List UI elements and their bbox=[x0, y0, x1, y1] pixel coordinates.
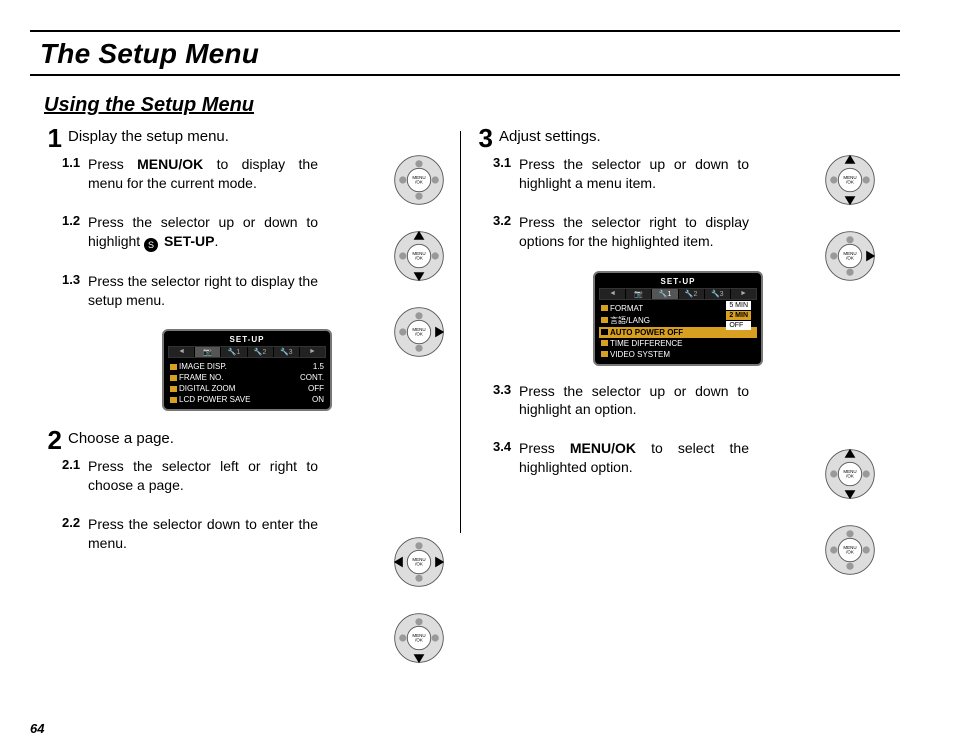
substep-text: Press the selector down to enter the men… bbox=[88, 515, 318, 553]
substep-number: 2.1 bbox=[62, 457, 82, 495]
substep-text: Press the selector left or right to choo… bbox=[88, 457, 318, 495]
lcd-tab: 🔧2 bbox=[248, 347, 273, 357]
svg-text:/OK: /OK bbox=[846, 474, 854, 479]
selector-press-icon: MENU/OK bbox=[392, 153, 446, 212]
lcd-tab-active: 📷 bbox=[195, 347, 220, 357]
step-heading: Display the setup menu. bbox=[68, 125, 229, 151]
lcd-row: DIGITAL ZOOMOFF bbox=[168, 383, 326, 394]
selector-right-icon: MENU/OK bbox=[392, 305, 446, 364]
columns: 1 Display the setup menu. 1.1 Press MENU… bbox=[30, 125, 924, 573]
selector-updown-icon: MENU/OK bbox=[823, 447, 877, 506]
section-subtitle: Using the Setup Menu bbox=[44, 94, 924, 117]
step-3: 3 Adjust settings. bbox=[475, 125, 881, 151]
svg-text:/OK: /OK bbox=[415, 332, 423, 337]
step-number: 2 bbox=[44, 427, 62, 453]
lcd-tab-active: 🔧1 bbox=[652, 289, 677, 299]
page-number: 64 bbox=[30, 721, 44, 736]
svg-text:/OK: /OK bbox=[846, 180, 854, 185]
substep-2-1: 2.1 Press the selector left or right to … bbox=[62, 457, 450, 495]
substep-3-3: 3.3 Press the selector up or down to hig… bbox=[493, 382, 881, 420]
svg-text:/OK: /OK bbox=[415, 638, 423, 643]
svg-text:/OK: /OK bbox=[415, 180, 423, 185]
lcd-tab: 🔧3 bbox=[705, 289, 730, 299]
substep-text: Press the selector up or down to highlig… bbox=[519, 382, 749, 420]
page-title: The Setup Menu bbox=[30, 32, 900, 76]
selector-leftright-icon: MENU/OK bbox=[392, 535, 446, 594]
lcd-tab: 🔧2 bbox=[679, 289, 704, 299]
lcd-row: LCD POWER SAVEON bbox=[168, 394, 326, 405]
step-number: 1 bbox=[44, 125, 62, 151]
svg-text:/OK: /OK bbox=[415, 256, 423, 261]
substep-number: 1.1 bbox=[62, 155, 82, 193]
lcd-tab: ► bbox=[731, 289, 756, 299]
lcd-tab: 📷 bbox=[626, 289, 651, 299]
lcd-tab: ◄ bbox=[169, 347, 194, 357]
step-2: 2 Choose a page. bbox=[44, 427, 450, 453]
lcd-tab: ► bbox=[300, 347, 325, 357]
svg-text:/OK: /OK bbox=[415, 562, 423, 567]
substep-text: Press MENU/OK to display the menu for th… bbox=[88, 155, 318, 193]
lcd-row: TIME DIFFERENCE bbox=[599, 338, 757, 349]
lcd-row: IMAGE DISP.1.5 bbox=[168, 361, 326, 372]
lcd-screenshot-1: SET-UP ◄ 📷 🔧1 🔧2 🔧3 ► IMAGE DISP.1.5 FRA… bbox=[162, 329, 332, 411]
selector-right-icon: MENU/OK bbox=[823, 229, 877, 288]
svg-text:/OK: /OK bbox=[846, 256, 854, 261]
lcd-row: VIDEO SYSTEM bbox=[599, 349, 757, 360]
lcd-tab: 🔧1 bbox=[221, 347, 246, 357]
substep-number: 3.4 bbox=[493, 439, 513, 477]
lcd-tab: 🔧3 bbox=[274, 347, 299, 357]
right-column: 3 Adjust settings. 3.1 Press the selecto… bbox=[461, 125, 891, 573]
substep-number: 3.1 bbox=[493, 155, 513, 193]
lcd-tabs: ◄ 📷 🔧1 🔧2 🔧3 ► bbox=[168, 346, 326, 358]
substep-number: 2.2 bbox=[62, 515, 82, 553]
selector-updown-icon: MENU/OK bbox=[823, 153, 877, 212]
selector-updown-icon: MENU/OK bbox=[392, 229, 446, 288]
step-heading: Choose a page. bbox=[68, 427, 174, 453]
substep-text: Press the selector right to display the … bbox=[88, 272, 318, 310]
lcd-options-popup: 5 MIN 2 MIN OFF bbox=[726, 301, 751, 331]
lcd-row: FRAME NO.CONT. bbox=[168, 372, 326, 383]
step-number: 3 bbox=[475, 125, 493, 151]
selector-down-icon: MENU/OK bbox=[392, 611, 446, 670]
lcd-option: OFF bbox=[726, 321, 751, 330]
left-column: 1 Display the setup menu. 1.1 Press MENU… bbox=[30, 125, 460, 573]
substep-number: 3.2 bbox=[493, 213, 513, 251]
step-1: 1 Display the setup menu. bbox=[44, 125, 450, 151]
lcd-screenshot-2: SET-UP ◄ 📷 🔧1 🔧2 🔧3 ► FORMAT 言語/LANG AUT… bbox=[593, 271, 763, 366]
step-heading: Adjust settings. bbox=[499, 125, 601, 151]
lcd-title: SET-UP bbox=[599, 277, 757, 286]
selector-press-icon: MENU/OK bbox=[823, 523, 877, 582]
lcd-title: SET-UP bbox=[168, 335, 326, 344]
manual-page: The Setup Menu Using the Setup Menu 1 Di… bbox=[0, 0, 954, 754]
substep-text: Press MENU/OK to select the highlighted … bbox=[519, 439, 749, 477]
substep-number: 3.3 bbox=[493, 382, 513, 420]
substep-text: Press the selector up or down to highlig… bbox=[519, 155, 749, 193]
lcd-tab: ◄ bbox=[600, 289, 625, 299]
lcd-option-selected: 2 MIN bbox=[726, 311, 751, 320]
setup-dot-icon: S bbox=[144, 238, 158, 252]
lcd-tabs: ◄ 📷 🔧1 🔧2 🔧3 ► bbox=[599, 288, 757, 300]
substep-text: Press the selector right to display opti… bbox=[519, 213, 749, 251]
substep-number: 1.2 bbox=[62, 213, 82, 252]
lcd-rows: IMAGE DISP.1.5 FRAME NO.CONT. DIGITAL ZO… bbox=[168, 361, 326, 405]
substep-number: 1.3 bbox=[62, 272, 82, 310]
lcd-option: 5 MIN bbox=[726, 301, 751, 310]
svg-text:/OK: /OK bbox=[846, 550, 854, 555]
substep-text: Press the selector up or down to highlig… bbox=[88, 213, 318, 252]
